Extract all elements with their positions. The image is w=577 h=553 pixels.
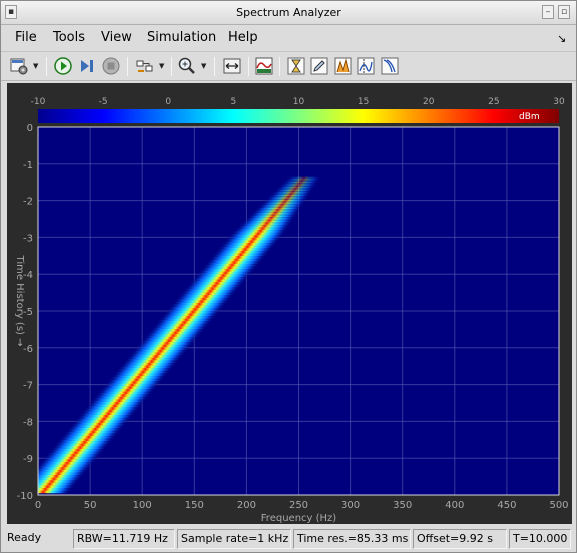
menu-help-label: Help bbox=[228, 30, 258, 45]
status-bar: Ready RBW=11.719 Hz Sample rate=1 kHz Ti… bbox=[1, 527, 576, 552]
colorbar-tick-label: 30 bbox=[553, 97, 565, 107]
spectrum-mode-icon[interactable] bbox=[254, 56, 274, 76]
colorbar-tick-label: -5 bbox=[99, 97, 108, 107]
trigger-icon[interactable] bbox=[286, 56, 306, 76]
spectrogram-svg: -10 -5 0 5 10 15 20 25 30 dBm 0 50 100 150 200 250 300… bbox=[14, 97, 569, 524]
colorbar-tick-label: -10 bbox=[31, 97, 46, 107]
x-tick-label: 450 bbox=[497, 500, 516, 511]
spectrum-analyzer-window: ▪ Spectrum Analyzer – ▫ File Tools View … bbox=[0, 0, 577, 553]
status-rbw: RBW=11.719 Hz bbox=[73, 529, 175, 549]
autoscale-icon[interactable] bbox=[222, 56, 242, 76]
toolbar-separator bbox=[171, 57, 172, 76]
step-forward-icon[interactable] bbox=[77, 56, 97, 76]
signal-select-icon[interactable] bbox=[135, 56, 155, 76]
y-tick-label: -9 bbox=[23, 454, 33, 465]
toolbar-separator bbox=[279, 57, 280, 76]
edit-icon[interactable] bbox=[309, 56, 329, 76]
status-time-res: Time res.=85.33 ms bbox=[293, 529, 411, 549]
menu-simulation-label: Simulation bbox=[147, 30, 217, 45]
settings-icon[interactable] bbox=[9, 56, 29, 76]
colorbar-tick-label: 25 bbox=[488, 97, 499, 107]
x-tick-labels: 0 50 100 150 200 250 300 350 400 450 500 bbox=[35, 500, 569, 511]
colorbar-tick-label: 15 bbox=[358, 97, 369, 107]
colorbar-tick-label: 10 bbox=[293, 97, 305, 107]
y-tick-label: -7 bbox=[23, 381, 33, 392]
y-tick-label: -10 bbox=[17, 491, 33, 502]
x-tick-label: 200 bbox=[237, 500, 256, 511]
plot-area: -10 -5 0 5 10 15 20 25 30 dBm 0 50 100 150 200 250 300… bbox=[7, 83, 572, 524]
x-tick-label: 0 bbox=[35, 500, 41, 511]
distortion-icon[interactable] bbox=[380, 56, 400, 76]
x-tick-label: 400 bbox=[445, 500, 464, 511]
x-tick-label: 500 bbox=[549, 500, 568, 511]
window-title: Spectrum Analyzer bbox=[236, 6, 341, 19]
menu-help[interactable]: Help bbox=[228, 30, 258, 45]
dock-arrow-icon[interactable]: ↘ bbox=[557, 32, 566, 45]
status-ready: Ready bbox=[7, 531, 42, 544]
y-tick-label: -1 bbox=[23, 160, 33, 171]
colorbar-tick-label: 0 bbox=[165, 97, 171, 107]
toolbar-separator bbox=[127, 57, 128, 76]
y-tick-label: -8 bbox=[23, 417, 33, 428]
y-axis-label: Time History (s) → bbox=[14, 255, 25, 347]
menu-tools[interactable]: Tools bbox=[53, 30, 85, 45]
title-bar: ▪ Spectrum Analyzer – ▫ bbox=[1, 1, 576, 25]
x-axis-label: Frequency (Hz) bbox=[261, 513, 337, 524]
toolbar-separator bbox=[46, 57, 47, 76]
colorbar-ticks: -10 -5 0 5 10 15 20 25 30 bbox=[31, 97, 565, 107]
status-offset: Offset=9.92 s bbox=[413, 529, 507, 549]
zoom-icon[interactable] bbox=[177, 56, 197, 76]
menu-file-label: File bbox=[15, 30, 37, 45]
close-button[interactable]: ▫ bbox=[558, 5, 570, 19]
minimize-button[interactable]: – bbox=[542, 5, 554, 19]
status-t: T=10.000 bbox=[509, 529, 571, 549]
y-tick-label: -2 bbox=[23, 197, 33, 208]
x-tick-label: 300 bbox=[341, 500, 360, 511]
menu-file[interactable]: File bbox=[15, 30, 37, 45]
x-tick-label: 150 bbox=[185, 500, 204, 511]
menu-view[interactable]: View bbox=[101, 30, 132, 45]
menu-bar: File Tools View Simulation Help ↘ bbox=[1, 26, 576, 50]
colorbar-unit-label: dBm bbox=[519, 112, 540, 122]
status-sample-rate: Sample rate=1 kHz bbox=[177, 529, 291, 549]
toolbar: ▼ ▼ ▼ bbox=[1, 51, 576, 81]
toolbar-separator bbox=[248, 57, 249, 76]
stop-icon[interactable] bbox=[101, 56, 121, 76]
x-tick-label: 250 bbox=[289, 500, 308, 511]
toolbar-separator bbox=[214, 57, 215, 76]
x-tick-label: 50 bbox=[84, 500, 97, 511]
cursor-measurements-icon[interactable] bbox=[356, 56, 376, 76]
menu-simulation[interactable]: Simulation bbox=[147, 30, 216, 45]
colorbar bbox=[38, 109, 559, 123]
run-icon[interactable] bbox=[53, 56, 73, 76]
peak-finder-icon[interactable] bbox=[333, 56, 353, 76]
y-tick-label: -3 bbox=[23, 233, 33, 244]
colorbar-tick-label: 20 bbox=[423, 97, 435, 107]
y-tick-label: 0 bbox=[27, 123, 33, 134]
signal-select-dropdown-icon[interactable]: ▼ bbox=[159, 62, 167, 70]
colorbar-tick-label: 5 bbox=[231, 97, 237, 107]
menu-tools-label: Tools bbox=[53, 30, 86, 45]
menu-view-label: View bbox=[101, 30, 132, 45]
x-tick-label: 100 bbox=[133, 500, 152, 511]
chirp-ridge-segment bbox=[286, 176, 321, 181]
settings-dropdown-icon[interactable]: ▼ bbox=[33, 62, 41, 70]
x-tick-label: 350 bbox=[393, 500, 412, 511]
zoom-dropdown-icon[interactable]: ▼ bbox=[201, 62, 209, 70]
